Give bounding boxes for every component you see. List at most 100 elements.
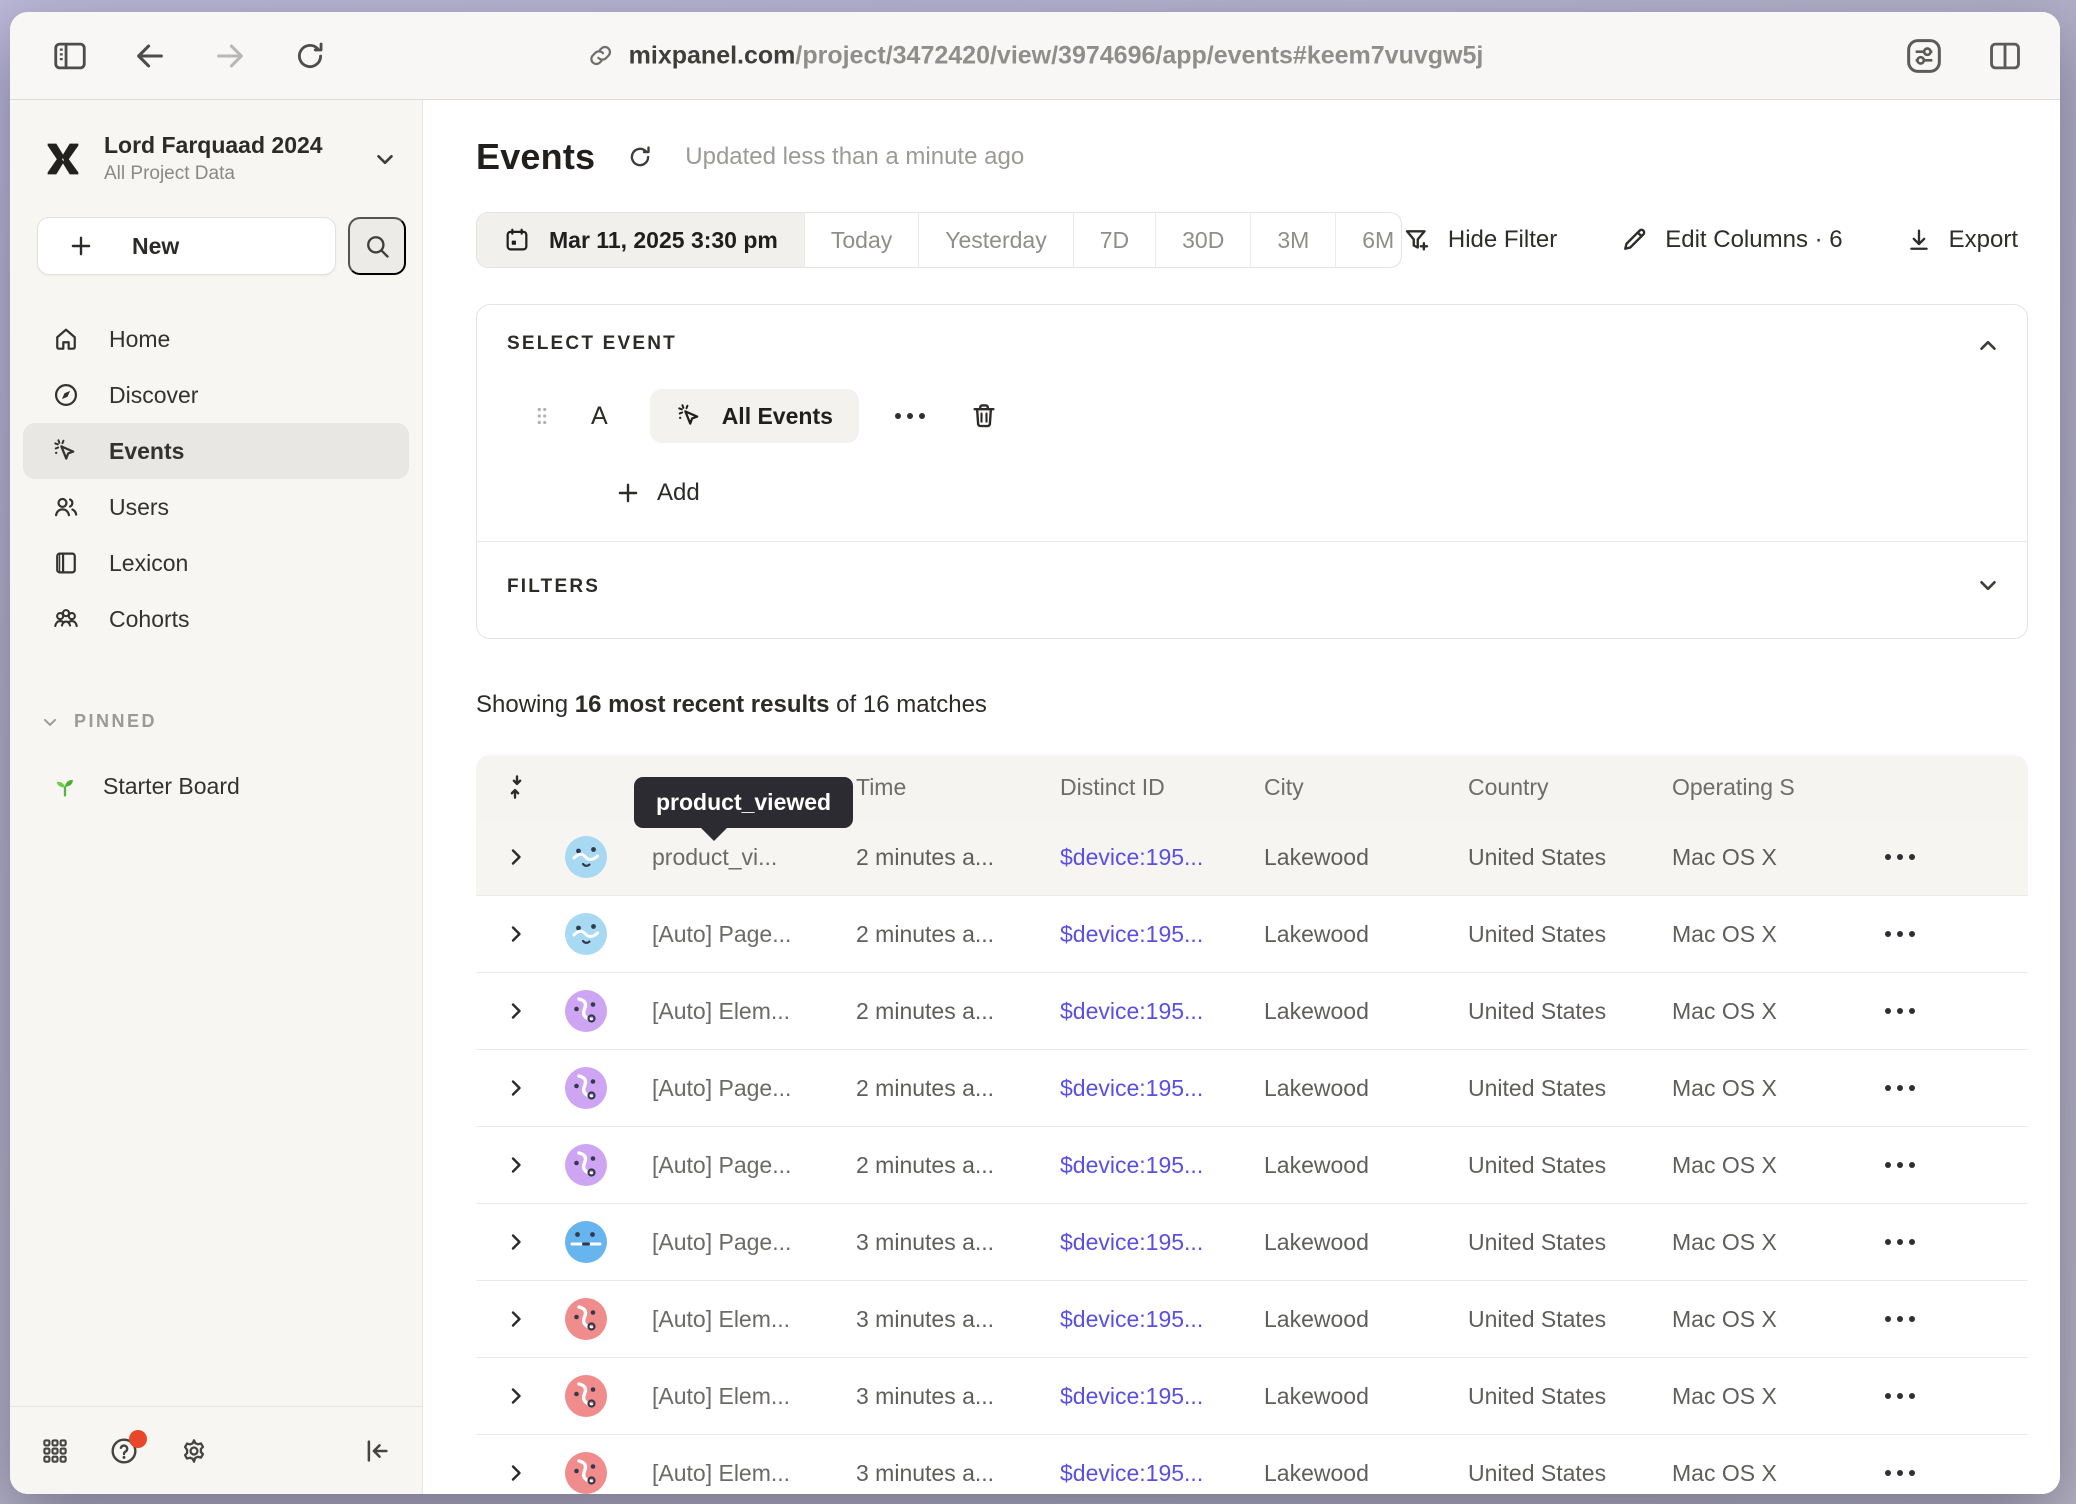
- distinct-id-link[interactable]: $device:195...: [1044, 998, 1248, 1025]
- sidebar-item-lexicon[interactable]: Lexicon: [23, 535, 409, 591]
- event-name-cell[interactable]: [Auto] Page...: [620, 921, 840, 948]
- expand-row-icon[interactable]: [476, 1307, 555, 1331]
- row-actions-icon[interactable]: [1860, 1470, 1940, 1476]
- reload-icon[interactable]: [290, 36, 330, 76]
- event-name-cell[interactable]: [Auto] Page...: [620, 1229, 840, 1256]
- event-name-cell[interactable]: [Auto] Elem...: [620, 998, 840, 1025]
- table-row[interactable]: [Auto] Elem... 2 minutes a... $device:19…: [476, 973, 2028, 1050]
- row-actions-icon[interactable]: [1860, 1162, 1940, 1168]
- sort-icon[interactable]: [476, 772, 555, 802]
- project-switcher[interactable]: Lord Farquaad 2024 All Project Data: [10, 100, 422, 191]
- event-name-cell[interactable]: product_vi...: [620, 844, 840, 871]
- column-header-operating-system[interactable]: Operating S: [1656, 774, 1860, 801]
- os-cell: Mac OS X: [1656, 1152, 1860, 1179]
- column-header-distinct-id[interactable]: Distinct ID: [1044, 774, 1248, 801]
- expand-row-icon[interactable]: [476, 1384, 555, 1408]
- row-actions-icon[interactable]: [1860, 1316, 1940, 1322]
- settings-gear-icon[interactable]: [178, 1435, 210, 1467]
- expand-row-icon[interactable]: [476, 1076, 555, 1100]
- sidebar-item-events[interactable]: Events: [23, 423, 409, 479]
- edit-columns-button[interactable]: Edit Columns · 6: [1619, 225, 1842, 255]
- delete-event-icon[interactable]: [969, 401, 999, 431]
- row-actions-icon[interactable]: [1860, 854, 1940, 860]
- time-cell: 3 minutes a...: [840, 1460, 1044, 1487]
- range-yesterday[interactable]: Yesterday: [919, 213, 1073, 267]
- range-30d[interactable]: 30D: [1156, 213, 1251, 267]
- distinct-id-link[interactable]: $device:195...: [1044, 1306, 1248, 1333]
- sidebar-item-home[interactable]: Home: [23, 311, 409, 367]
- distinct-id-link[interactable]: $device:195...: [1044, 921, 1248, 948]
- expand-row-icon[interactable]: [476, 1153, 555, 1177]
- range-7d[interactable]: 7D: [1074, 213, 1156, 267]
- event-name-cell[interactable]: [Auto] Page...: [620, 1075, 840, 1102]
- event-name-cell[interactable]: [Auto] Page...: [620, 1152, 840, 1179]
- distinct-id-link[interactable]: $device:195...: [1044, 1075, 1248, 1102]
- column-header-country[interactable]: Country: [1452, 774, 1656, 801]
- notification-dot: [129, 1430, 147, 1448]
- table-row[interactable]: [Auto] Page... 2 minutes a... $device:19…: [476, 896, 2028, 973]
- table-row[interactable]: [Auto] Page... 3 minutes a... $device:19…: [476, 1204, 2028, 1281]
- time-cell: 2 minutes a...: [840, 1152, 1044, 1179]
- distinct-id-link[interactable]: $device:195...: [1044, 844, 1248, 871]
- city-cell: Lakewood: [1248, 1460, 1452, 1487]
- table-row[interactable]: [Auto] Page... 2 minutes a... $device:19…: [476, 1050, 2028, 1127]
- refresh-icon[interactable]: [625, 142, 655, 172]
- date-picker-button[interactable]: Mar 11, 2025 3:30 pm: [477, 213, 805, 267]
- expand-row-icon[interactable]: [476, 1230, 555, 1254]
- help-button[interactable]: [108, 1435, 140, 1467]
- table-row[interactable]: [Auto] Elem... 3 minutes a... $device:19…: [476, 1281, 2028, 1358]
- page-settings-icon[interactable]: [1904, 36, 1944, 76]
- add-label: Add: [657, 479, 700, 507]
- distinct-id-link[interactable]: $device:195...: [1044, 1229, 1248, 1256]
- range-6m[interactable]: 6M: [1336, 213, 1402, 267]
- row-actions-icon[interactable]: [1860, 1008, 1940, 1014]
- hide-filter-button[interactable]: Hide Filter: [1402, 225, 1557, 255]
- split-view-icon[interactable]: [1986, 37, 2024, 75]
- forward-icon[interactable]: [210, 36, 250, 76]
- distinct-id-link[interactable]: $device:195...: [1044, 1152, 1248, 1179]
- drag-handle-icon[interactable]: [529, 403, 555, 429]
- row-actions-icon[interactable]: [1860, 1239, 1940, 1245]
- sidebar-item-users[interactable]: Users: [23, 479, 409, 535]
- country-cell: United States: [1452, 998, 1656, 1025]
- expand-row-icon[interactable]: [476, 845, 555, 869]
- row-actions-icon[interactable]: [1860, 1085, 1940, 1091]
- export-button[interactable]: Export: [1905, 226, 2018, 254]
- collapse-section-icon[interactable]: [1975, 333, 2001, 359]
- column-header-time[interactable]: Time: [840, 774, 1044, 801]
- expand-section-icon[interactable]: [1975, 572, 2001, 598]
- table-row[interactable]: [Auto] Elem... 3 minutes a... $device:19…: [476, 1435, 2028, 1494]
- event-more-options-icon[interactable]: [895, 413, 925, 419]
- new-button-label: New: [132, 233, 179, 260]
- event-selector-chip[interactable]: All Events: [650, 389, 859, 443]
- sidebar-item-starter-board[interactable]: Starter Board: [37, 772, 422, 800]
- home-icon: [51, 325, 81, 353]
- collapse-sidebar-icon[interactable]: [362, 1436, 392, 1466]
- expand-row-icon[interactable]: [476, 999, 555, 1023]
- pinned-section-header[interactable]: PINNED: [40, 711, 422, 732]
- table-row[interactable]: [Auto] Elem... 3 minutes a... $device:19…: [476, 1358, 2028, 1435]
- distinct-id-link[interactable]: $device:195...: [1044, 1383, 1248, 1410]
- apps-grid-icon[interactable]: [40, 1436, 70, 1466]
- sidebar-item-discover[interactable]: Discover: [23, 367, 409, 423]
- new-button[interactable]: New: [37, 217, 336, 275]
- address-bar[interactable]: mixpanel.com/project/3472420/view/397469…: [587, 41, 1484, 70]
- table-row[interactable]: [Auto] Page... 2 minutes a... $device:19…: [476, 1127, 2028, 1204]
- expand-row-icon[interactable]: [476, 922, 555, 946]
- distinct-id-link[interactable]: $device:195...: [1044, 1460, 1248, 1487]
- search-button[interactable]: [348, 217, 406, 275]
- range-today[interactable]: Today: [805, 213, 919, 267]
- sidebar-item-cohorts[interactable]: Cohorts: [23, 591, 409, 647]
- range-3m[interactable]: 3M: [1251, 213, 1336, 267]
- back-icon[interactable]: [130, 36, 170, 76]
- column-header-city[interactable]: City: [1248, 774, 1452, 801]
- row-actions-icon[interactable]: [1860, 1393, 1940, 1399]
- row-actions-icon[interactable]: [1860, 931, 1940, 937]
- event-name-cell[interactable]: [Auto] Elem...: [620, 1383, 840, 1410]
- event-name-cell[interactable]: [Auto] Elem...: [620, 1460, 840, 1487]
- event-chip-label: All Events: [722, 403, 833, 430]
- expand-row-icon[interactable]: [476, 1461, 555, 1485]
- sidebar-toggle-icon[interactable]: [50, 36, 90, 76]
- add-event-button[interactable]: Add: [615, 479, 1997, 507]
- event-name-cell[interactable]: [Auto] Elem...: [620, 1306, 840, 1333]
